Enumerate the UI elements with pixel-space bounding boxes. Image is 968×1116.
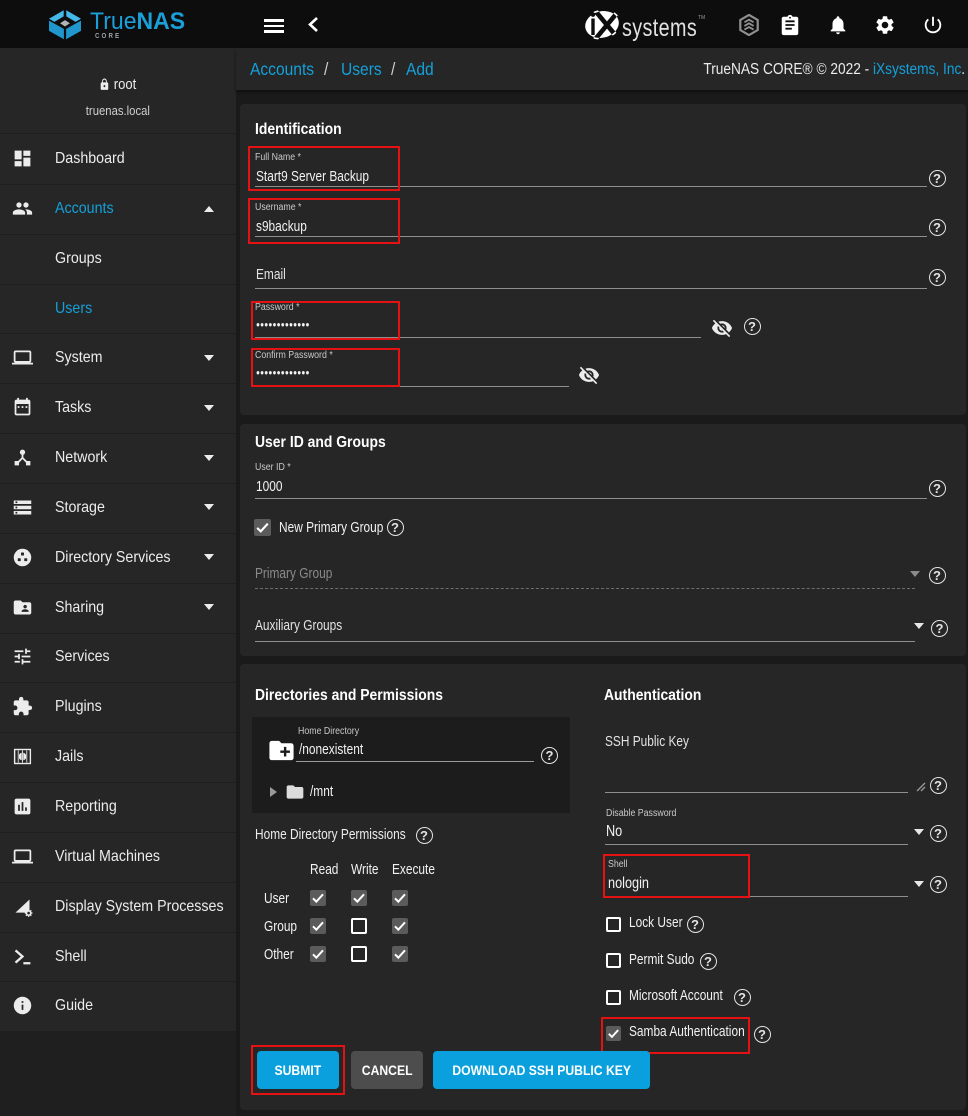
svg-text:systems: systems [622, 14, 697, 42]
svg-text:TM: TM [698, 15, 705, 21]
